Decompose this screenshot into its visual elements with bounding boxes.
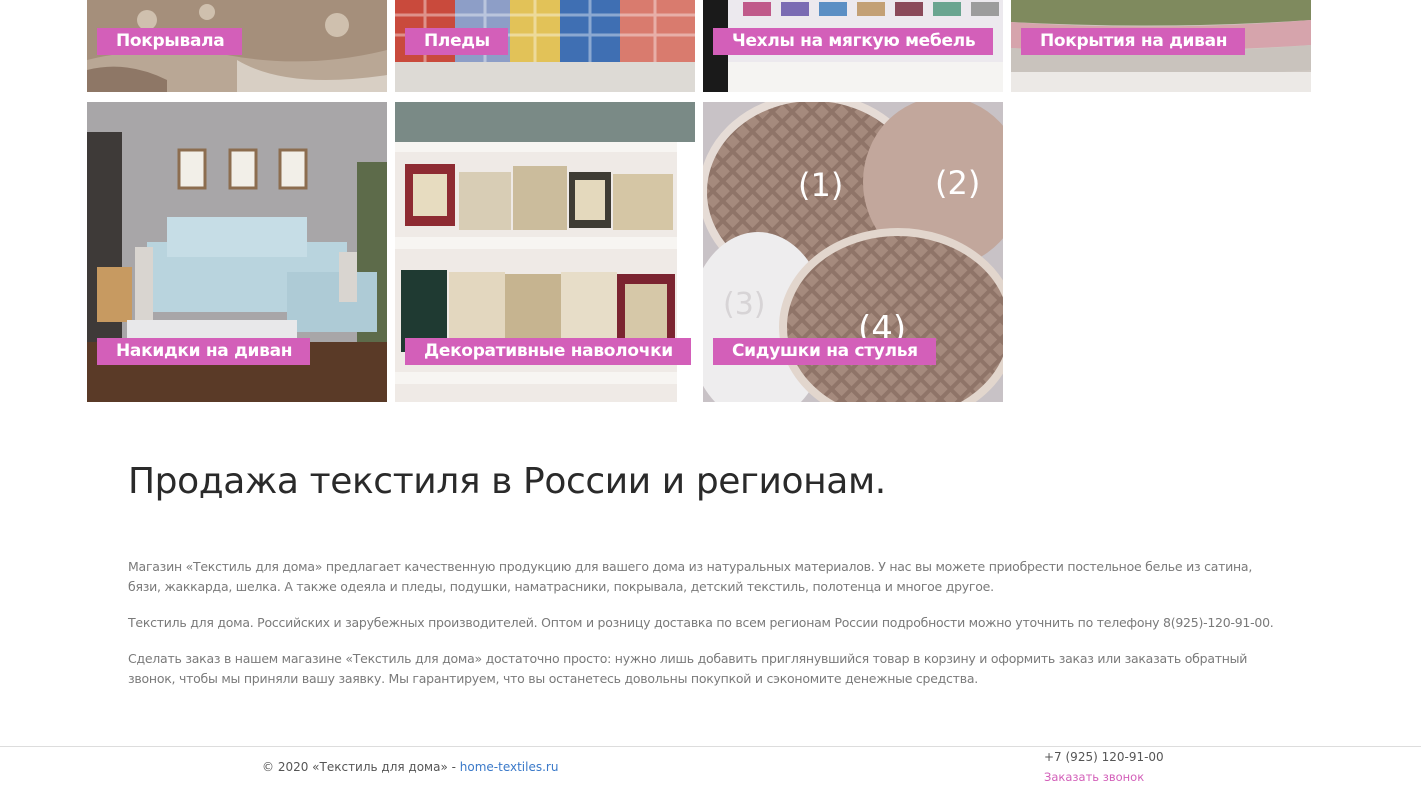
category-label: Пледы bbox=[405, 28, 508, 55]
page-title: Продажа текстиля в России и регионам. bbox=[128, 461, 886, 502]
order-paragraph: Сделать заказ в нашем магазине «Текстиль… bbox=[128, 651, 1248, 686]
order-callback-link[interactable]: Заказать звонок bbox=[1044, 770, 1144, 784]
category-label: Покрывала bbox=[97, 28, 243, 55]
chair-pad-number: (1) bbox=[798, 166, 843, 204]
copyright-text: © 2020 «Текстиль для дома» - bbox=[262, 760, 460, 774]
category-label: Декоративные наволочки bbox=[405, 338, 691, 365]
footer-copyright: © 2020 «Текстиль для дома» - home-textil… bbox=[262, 760, 558, 774]
site-link[interactable]: home-textiles.ru bbox=[460, 760, 559, 774]
category-tile-furniture-covers[interactable]: Чехлы на мягкую мебель bbox=[703, 0, 1003, 92]
chair-pad-number: (2) bbox=[935, 164, 980, 202]
footer-phone[interactable]: +7 (925) 120-91-00 bbox=[1044, 750, 1164, 764]
footer-divider bbox=[0, 746, 1421, 747]
chair-pad-number: (3) bbox=[723, 287, 766, 322]
intro-paragraph: Магазин «Текстиль для дома» предлагает к… bbox=[128, 559, 1253, 594]
category-label: Чехлы на мягкую мебель bbox=[713, 28, 994, 55]
category-tile-bedspreads[interactable]: Покрывала bbox=[87, 0, 387, 92]
category-tile-chair-pads[interactable]: (1) (2) (3) (4) Сидушки на стулья bbox=[703, 102, 1003, 402]
category-tile-sofa-coverings[interactable]: Покрытия на диван bbox=[1011, 0, 1311, 92]
delivery-paragraph: Текстиль для дома. Российских и зарубежн… bbox=[128, 615, 1274, 630]
category-label: Накидки на диван bbox=[97, 338, 311, 365]
category-label: Сидушки на стулья bbox=[713, 338, 936, 365]
category-tile-sofa-throws[interactable]: Накидки на диван bbox=[87, 102, 387, 402]
category-label: Покрытия на диван bbox=[1021, 28, 1246, 55]
category-tile-plaids[interactable]: Пледы bbox=[395, 0, 695, 92]
category-tile-decorative-pillowcases[interactable]: Декоративные наволочки bbox=[395, 102, 695, 402]
